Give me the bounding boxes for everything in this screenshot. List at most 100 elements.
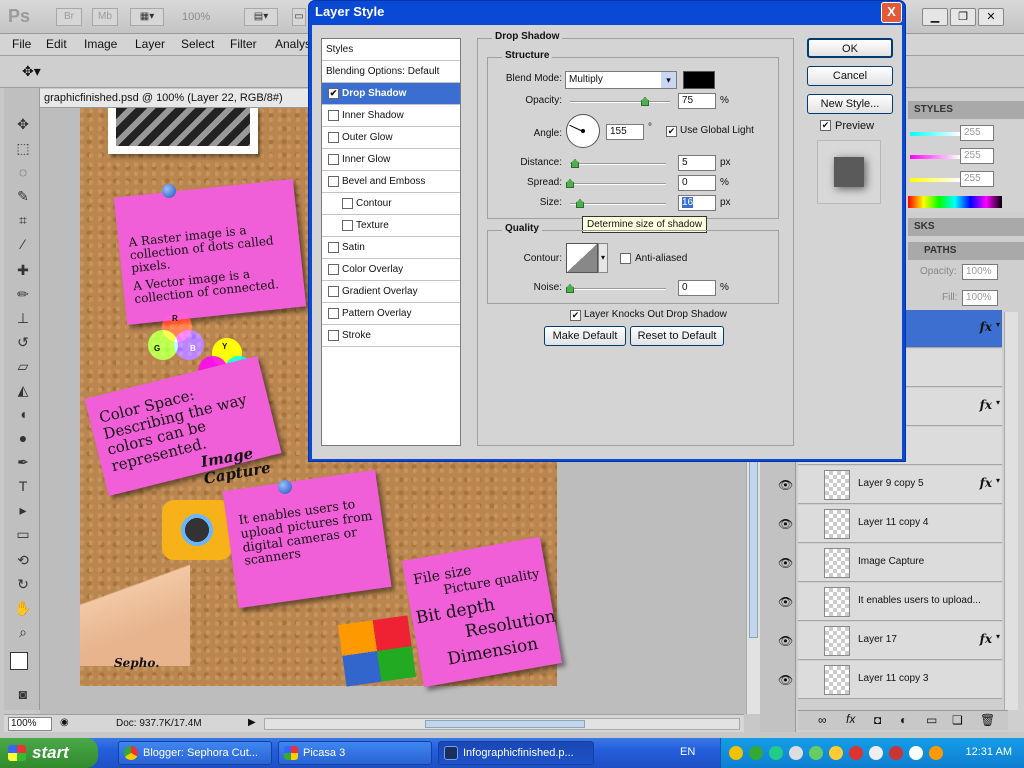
preview-checkbox[interactable]: ✔ (820, 120, 831, 131)
chevron-down-icon[interactable]: ▾ (661, 72, 676, 88)
menu-select[interactable]: Select (181, 37, 214, 51)
move-tool-icon[interactable]: ✥ (12, 114, 34, 134)
tray-app-icon[interactable] (849, 746, 863, 760)
layer-effects-icon[interactable]: fx (980, 320, 992, 334)
color-slider-y[interactable] (910, 178, 960, 182)
masks-panel-header[interactable]: SKS (908, 218, 1024, 236)
lasso-tool-icon[interactable]: ◌ (12, 162, 34, 182)
paths-panel-header[interactable]: PATHS (908, 242, 1024, 260)
tray-app-icon[interactable] (829, 746, 843, 760)
color-slider-c[interactable] (910, 132, 960, 136)
anti-aliased-label[interactable]: Anti-aliased (635, 253, 687, 264)
expand-effects-icon[interactable]: ▾ (996, 632, 1000, 641)
spread-field[interactable]: 0 (678, 175, 716, 191)
effect-checkbox[interactable] (342, 220, 353, 231)
restore-button[interactable]: ❐ (950, 8, 976, 26)
effect-checkbox[interactable] (328, 242, 339, 253)
knocks-out-label[interactable]: Layer Knocks Out Drop Shadow (584, 309, 727, 320)
layer-row[interactable]: 👁 Layer 17 fx ▾ (778, 622, 1002, 660)
dodge-tool-icon[interactable]: ● (12, 428, 34, 448)
foreground-color-swatch[interactable] (10, 652, 28, 670)
color-value-2[interactable]: 255 (960, 148, 994, 164)
screen-mode-button[interactable]: ▭ (292, 8, 306, 26)
visibility-eye-icon[interactable]: 👁 (778, 595, 793, 609)
styles-tab[interactable]: STYLES (914, 104, 953, 115)
effect-checkbox[interactable] (328, 154, 339, 165)
menu-edit[interactable]: Edit (46, 37, 67, 51)
h-scroll-thumb[interactable] (425, 720, 585, 728)
link-layers-icon[interactable]: ∞ (818, 713, 827, 727)
effect-item-outer-glow[interactable]: Outer Glow (322, 127, 460, 149)
layer-row[interactable]: 👁 Layer 11 copy 4 (778, 505, 1002, 543)
reset-to-default-button[interactable]: Reset to Default (630, 326, 724, 346)
spot-healing-tool-icon[interactable]: ✚ (12, 260, 34, 280)
eraser-tool-icon[interactable]: ▱ (12, 356, 34, 376)
distance-slider-thumb[interactable] (571, 159, 579, 168)
effect-checkbox[interactable] (328, 330, 339, 341)
opacity-slider[interactable] (570, 101, 670, 103)
layer-effects-icon[interactable]: fx (980, 632, 992, 646)
distance-slider[interactable] (570, 163, 666, 165)
color-slider-m[interactable] (910, 155, 960, 159)
adjustment-layer-icon[interactable]: ◐ (900, 713, 907, 727)
effect-item-inner-shadow[interactable]: Inner Shadow (322, 105, 460, 127)
bridge-button[interactable]: Br (56, 8, 82, 26)
eyedropper-tool-icon[interactable]: ⁄ (12, 234, 34, 254)
blending-options-item[interactable]: Blending Options: Default (322, 61, 460, 83)
make-default-button[interactable]: Make Default (544, 326, 626, 346)
start-button[interactable]: start (0, 738, 98, 768)
delete-layer-icon[interactable]: 🗑 (980, 713, 995, 727)
blur-tool-icon[interactable]: ◖ (12, 404, 34, 424)
effect-item-color-overlay[interactable]: Color Overlay (322, 259, 460, 281)
task-blogger[interactable]: Blogger: Sephora Cut... (118, 741, 272, 765)
usb-icon[interactable] (789, 746, 803, 760)
view-extras-button[interactable]: ▦▾ (130, 8, 164, 26)
cancel-button[interactable]: Cancel (807, 66, 893, 86)
tray-app-icon[interactable] (809, 746, 823, 760)
expand-effects-icon[interactable]: ▾ (996, 398, 1000, 407)
zoom-tool-icon[interactable]: ⌕ (12, 622, 34, 642)
distance-field[interactable]: 5 (678, 155, 716, 171)
arrange-documents-button[interactable]: ▤▾ (244, 8, 278, 26)
effect-item-contour[interactable]: Contour (322, 193, 460, 215)
menu-file[interactable]: File (12, 37, 31, 51)
angle-dial[interactable] (566, 114, 600, 148)
blend-mode-select[interactable]: Multiply ▾ (565, 71, 677, 89)
visibility-eye-icon[interactable]: 👁 (778, 673, 793, 687)
effect-checkbox[interactable] (328, 308, 339, 319)
add-mask-icon[interactable]: ◘ (874, 713, 881, 727)
visibility-eye-icon[interactable]: 👁 (778, 517, 793, 531)
menu-image[interactable]: Image (84, 37, 117, 51)
brush-tool-icon[interactable]: ✏ (12, 284, 34, 304)
network-icon[interactable] (749, 746, 763, 760)
preview-label[interactable]: Preview (835, 120, 874, 132)
quick-mask-icon[interactable]: ◙ (12, 684, 34, 704)
shadow-color-swatch[interactable] (683, 71, 715, 89)
effect-checkbox[interactable]: ✔ (328, 88, 339, 99)
zoom-level[interactable]: 100% (182, 11, 210, 23)
menu-analysis[interactable]: Analys (275, 37, 311, 51)
paths-tab[interactable]: PATHS (914, 245, 956, 256)
menu-layer[interactable]: Layer (135, 37, 165, 51)
type-tool-icon[interactable]: T (12, 476, 34, 496)
layer-row[interactable]: 👁 Image Capture (778, 544, 1002, 582)
shield-icon[interactable] (729, 746, 743, 760)
angle-field[interactable]: 155 (606, 124, 644, 140)
knocks-out-checkbox[interactable]: ✔ (570, 310, 581, 321)
menu-filter[interactable]: Filter (230, 37, 257, 51)
styles-header[interactable]: Styles (322, 39, 460, 61)
dialog-close-button[interactable]: X (881, 2, 902, 23)
pen-tool-icon[interactable]: ✒ (12, 452, 34, 472)
effect-checkbox[interactable] (342, 198, 353, 209)
visibility-eye-icon[interactable]: 👁 (778, 634, 793, 648)
visibility-eye-icon[interactable]: 👁 (778, 556, 793, 570)
effect-item-gradient-overlay[interactable]: Gradient Overlay (322, 281, 460, 303)
expand-effects-icon[interactable]: ▾ (996, 320, 1000, 329)
volume-icon[interactable] (909, 746, 923, 760)
layer-opacity-field[interactable]: 100% (962, 264, 998, 280)
clone-stamp-tool-icon[interactable]: ⊥ (12, 308, 34, 328)
contour-preview[interactable] (566, 243, 598, 273)
effect-checkbox[interactable] (328, 132, 339, 143)
layer-row[interactable]: 👁 Layer 11 copy 3 (778, 661, 1002, 699)
noise-field[interactable]: 0 (678, 280, 716, 296)
